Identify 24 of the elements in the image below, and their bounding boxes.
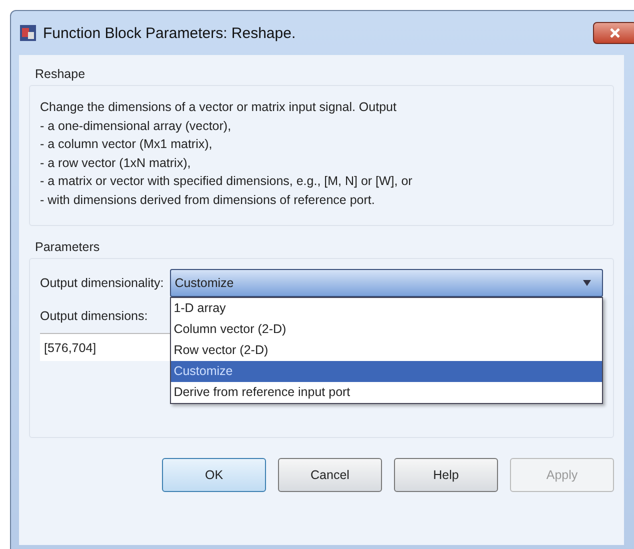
description-line: - with dimensions derived from dimensions of reference port.	[40, 192, 376, 209]
dropdown-option[interactable]: Column vector (2-D)	[170, 319, 602, 340]
window-title: Function Block Parameters: Reshape.	[43, 24, 296, 42]
dimensionality-dropdown[interactable]: Customize	[170, 269, 603, 297]
dialog-button[interactable]: OK	[162, 458, 266, 492]
app-icon	[19, 24, 37, 42]
caret-icon	[582, 280, 592, 286]
dialog-button[interactable]: Cancel	[278, 458, 382, 492]
description-line: - a one-dimensional array (vector),	[40, 118, 232, 135]
group-title: Reshape	[34, 66, 86, 83]
dropdown-option[interactable]: 1-D array	[170, 298, 602, 319]
description-line: - a column vector (Mx1 matrix),	[40, 136, 214, 153]
description-line: - a matrix or vector with specified dimensions, e.g., [M, N] or [W], or	[40, 173, 414, 190]
dropdown-option[interactable]: Derive from reference input port	[170, 382, 602, 403]
group-title: Parameters	[34, 239, 101, 256]
dialog-button[interactable]: Help	[394, 458, 498, 492]
close-icon	[608, 27, 622, 39]
description-line: Change the dimensions of a vector or matrix input signal. Output	[40, 99, 398, 116]
close-button[interactable]	[593, 22, 634, 44]
field-label: Output dimensions:	[40, 309, 148, 323]
dropdown-option[interactable]: Row vector (2-D)	[170, 340, 602, 361]
field-label: Output dimensionality:	[40, 276, 164, 290]
dropdown-option[interactable]: Customize	[170, 361, 602, 382]
description-line: - a row vector (1xN matrix),	[40, 154, 192, 172]
